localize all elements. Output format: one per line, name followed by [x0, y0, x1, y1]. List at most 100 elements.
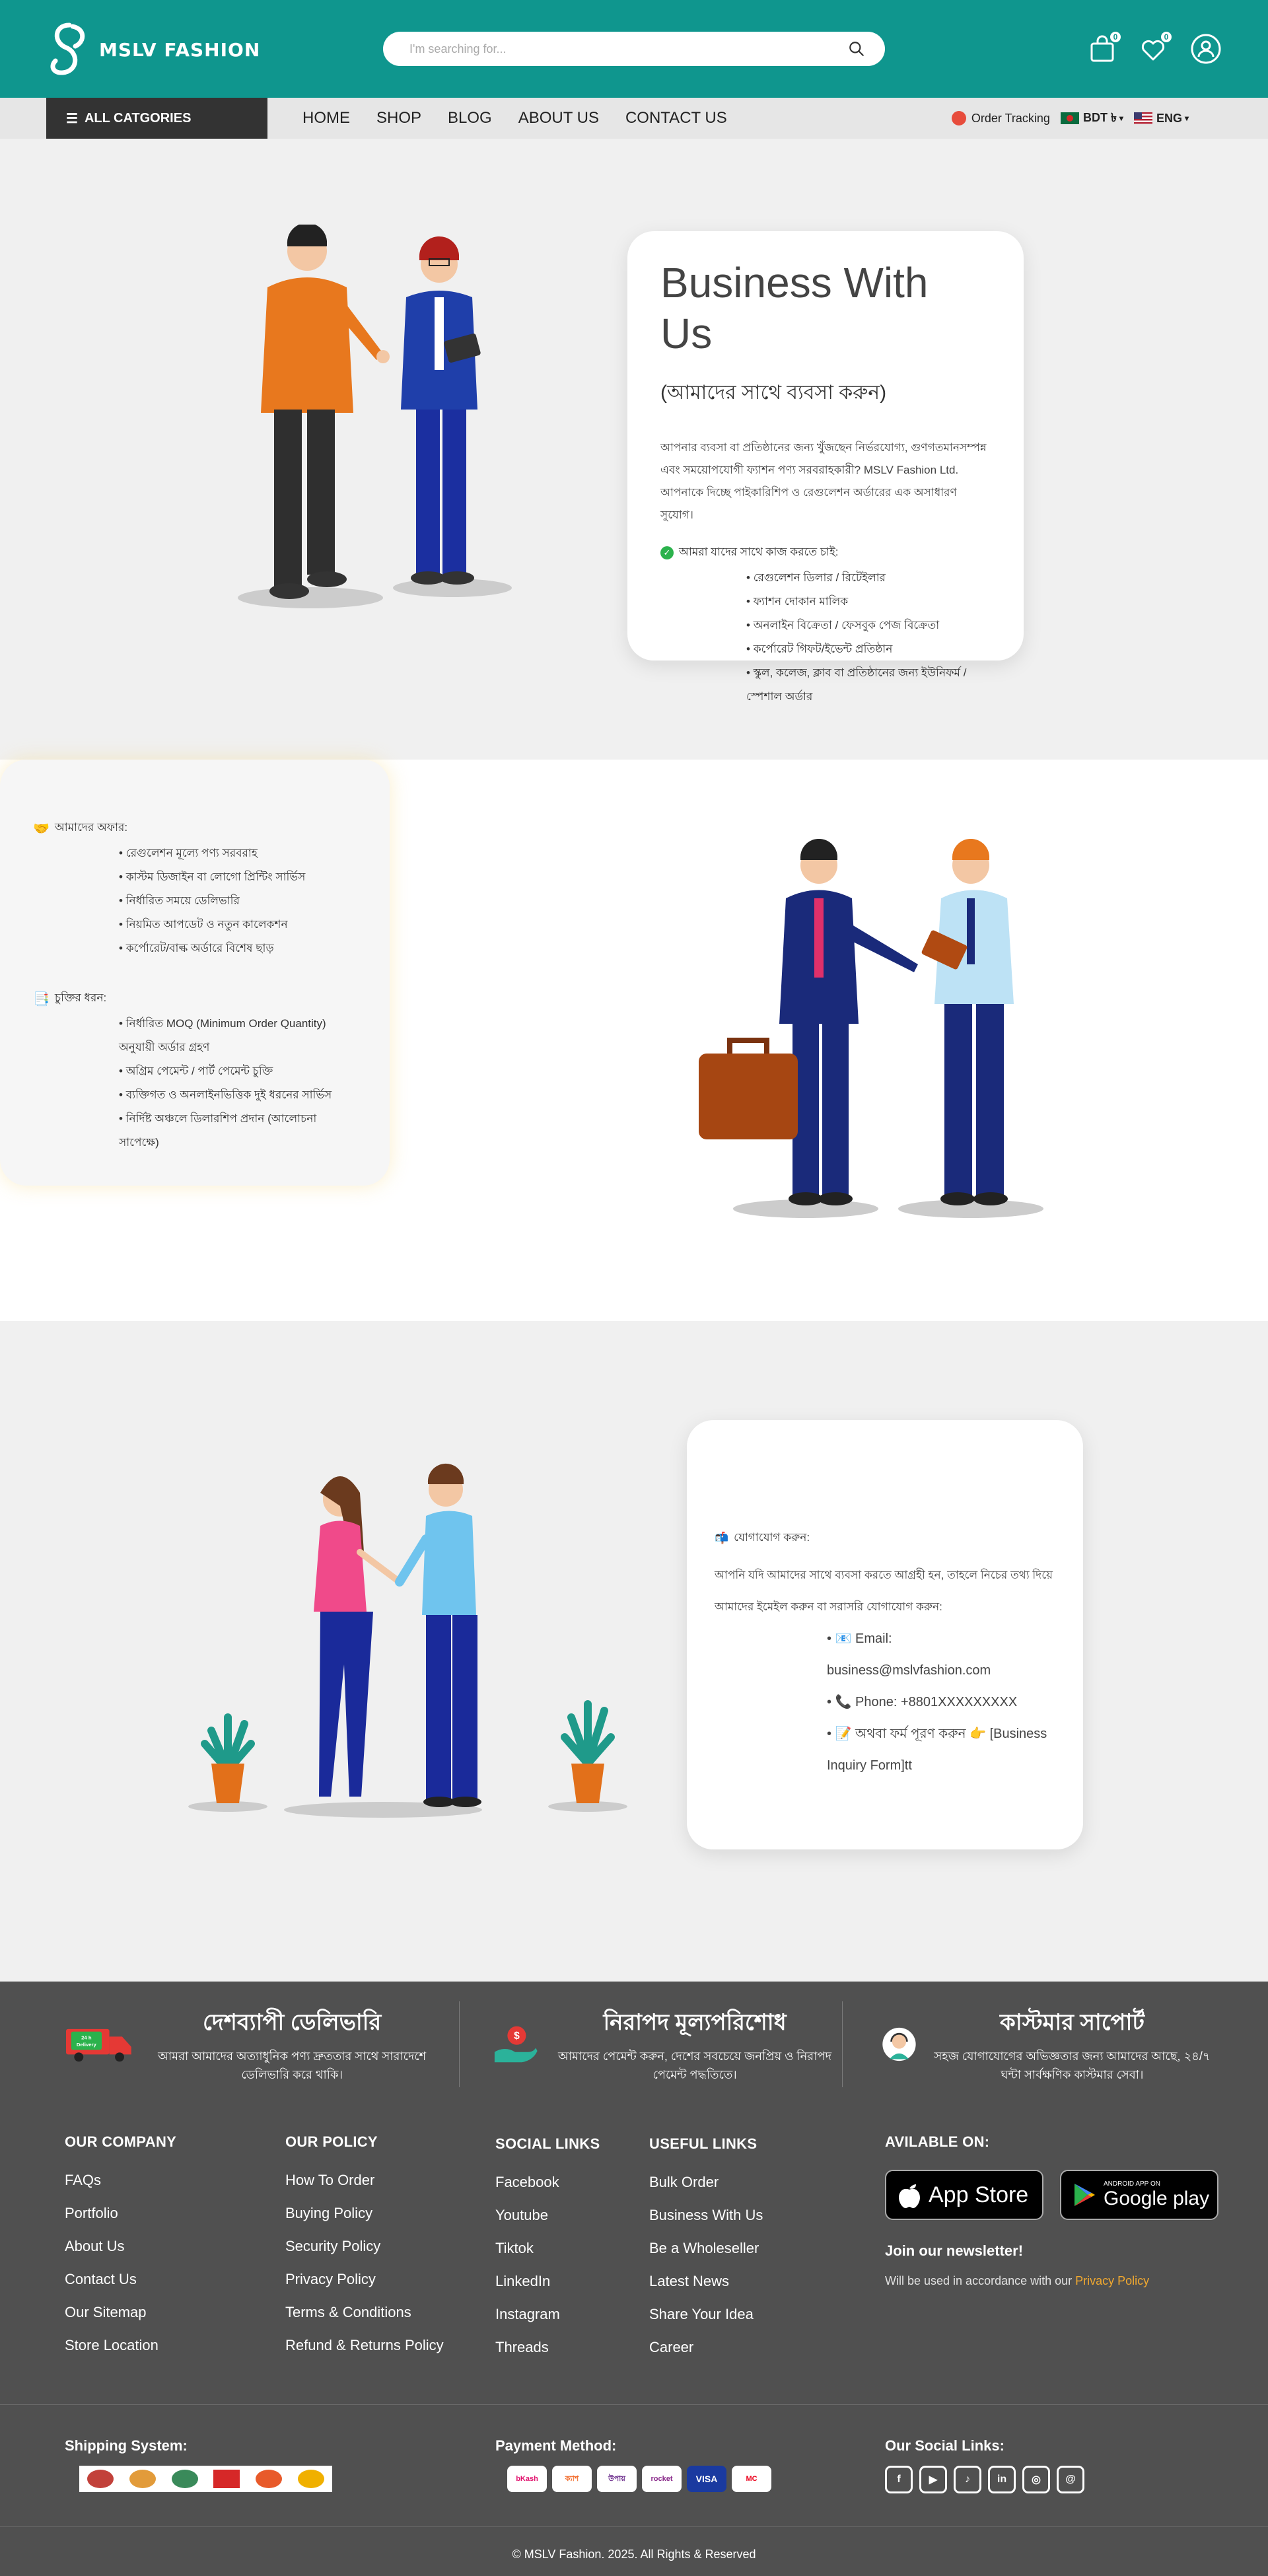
- feature-delivery-title: দেশব্যাপী ডেলিভারি: [203, 2009, 382, 2035]
- list-item: কর্পোরেট/বাল্ক অর্ডারে বিশেষ ছাড়: [119, 937, 357, 960]
- svg-text:24 h: 24 h: [81, 2034, 92, 2040]
- social-icons: f ▶ ♪ in ◎ @: [885, 2466, 1084, 2493]
- list-item: কর্পোরেট গিফট/ইভেন্ট প্রতিষ্ঠান: [746, 637, 991, 661]
- footer-link-portfolio[interactable]: Portfolio: [65, 2197, 176, 2230]
- usa-flag-icon: [1133, 112, 1152, 124]
- footer-link-linkedin[interactable]: LinkedIn: [495, 2265, 600, 2298]
- search-input[interactable]: [409, 42, 848, 56]
- site-footer: OUR COMPANY FAQs Portfolio About Us Cont…: [0, 2104, 1268, 2576]
- footer-link-bulk-order[interactable]: Bulk Order: [649, 2166, 763, 2199]
- social-links-title: Our Social Links:: [885, 2437, 1004, 2454]
- menu-shop[interactable]: SHOP: [376, 109, 421, 127]
- footer-link-business-with-us[interactable]: Business With Us: [649, 2199, 763, 2232]
- all-categories-button[interactable]: ☰ ALL CATGORIES: [46, 98, 267, 139]
- menu-blog[interactable]: BLOG: [448, 109, 492, 127]
- list-item: নির্দিষ্ট অঞ্চলে ডিলারশিপ প্রদান (আলোচনা…: [119, 1107, 357, 1155]
- secure-payment-icon: $: [494, 2026, 538, 2063]
- youtube-icon[interactable]: ▶: [919, 2466, 947, 2493]
- footer-link-refund-policy[interactable]: Refund & Returns Policy: [285, 2329, 444, 2362]
- shipping-partner-logo: [129, 2470, 156, 2488]
- terms-heading: 📑 চুক্তির ধরন:: [33, 989, 357, 1008]
- footer-link-faqs[interactable]: FAQs: [65, 2164, 176, 2197]
- footer-link-privacy-policy[interactable]: Privacy Policy: [285, 2263, 444, 2296]
- brand-logo[interactable]: MSLV FASHION: [46, 22, 260, 77]
- list-item: নিয়মিত আপডেট ও নতুন কালেকশন: [119, 913, 357, 937]
- footer-divider: [0, 2526, 1268, 2527]
- privacy-policy-link[interactable]: Privacy Policy: [1075, 2274, 1149, 2287]
- tracking-icon: [951, 111, 966, 125]
- footer-link-wholeseller[interactable]: Be a Wholeseller: [649, 2232, 763, 2265]
- footer-divider: [0, 2404, 1268, 2405]
- shipping-partner-logo: [171, 2470, 198, 2488]
- google-play-icon: [1074, 2184, 1095, 2206]
- facebook-icon[interactable]: f: [885, 2466, 913, 2493]
- footer-link-buying-policy[interactable]: Buying Policy: [285, 2197, 444, 2230]
- footer-link-youtube[interactable]: Youtube: [495, 2199, 600, 2232]
- handshake-icon: 🤝: [33, 821, 50, 836]
- chevron-down-icon: ▾: [1184, 114, 1189, 123]
- inquiry-form-link[interactable]: 📝 অথবা ফর্ম পূরণ করুন 👉 [Business Inquir…: [827, 1718, 1057, 1781]
- search-bar[interactable]: [383, 32, 885, 66]
- shipping-partner-logo: [256, 2470, 283, 2488]
- threads-icon[interactable]: @: [1057, 2466, 1084, 2493]
- page-title: Business With Us: [660, 259, 929, 357]
- payment-title: Payment Method:: [495, 2437, 617, 2454]
- tiktok-icon[interactable]: ♪: [954, 2466, 981, 2493]
- footer-link-how-to-order[interactable]: How To Order: [285, 2164, 444, 2197]
- footer-link-career[interactable]: Career: [649, 2331, 763, 2364]
- feature-delivery-text: দেশব্যাপী ডেলিভারি আমরা আমাদের অত্যাধুনি…: [148, 2005, 436, 2084]
- search-icon[interactable]: [848, 40, 865, 57]
- footer-link-about-us[interactable]: About Us: [65, 2230, 176, 2263]
- currency-selector[interactable]: BDT ৳ ▾: [1060, 108, 1123, 129]
- footer-link-sitemap[interactable]: Our Sitemap: [65, 2296, 176, 2329]
- payment-methods: bKash ক্যাশ উপায় rocket VISA MC: [507, 2466, 771, 2492]
- footer-social-title: SOCIAL LINKS: [495, 2135, 600, 2152]
- contact-list: 📧 Email: business@mslvfashion.com 📞 Phon…: [827, 1623, 1057, 1781]
- footer-link-tiktok[interactable]: Tiktok: [495, 2232, 600, 2265]
- footer-link-terms[interactable]: Terms & Conditions: [285, 2296, 444, 2329]
- language-selector[interactable]: ENG ▾: [1133, 111, 1189, 125]
- account-button[interactable]: [1190, 33, 1222, 65]
- menu-about-us[interactable]: ABOUT US: [518, 109, 599, 127]
- contact-email[interactable]: 📧 Email: business@mslvfashion.com: [827, 1623, 1057, 1686]
- footer-link-facebook[interactable]: Facebook: [495, 2166, 600, 2199]
- business-with-us-card: Business With Us (আমাদের সাথে ব্যবসা করু…: [627, 231, 1024, 703]
- cart-count-badge: 0: [1109, 30, 1122, 44]
- delivery-truck-icon: 24 h Delivery: [66, 2028, 131, 2062]
- contact-phone[interactable]: 📞 Phone: +8801XXXXXXXXX: [827, 1686, 1057, 1718]
- footer-link-security-policy[interactable]: Security Policy: [285, 2230, 444, 2263]
- footer-link-instagram[interactable]: Instagram: [495, 2298, 600, 2331]
- footer-link-latest-news[interactable]: Latest News: [649, 2265, 763, 2298]
- currency-label: BDT ৳: [1082, 110, 1117, 124]
- payment-mastercard: MC: [732, 2466, 771, 2492]
- footer-link-contact-us[interactable]: Contact Us: [65, 2263, 176, 2296]
- google-play-button[interactable]: ANDROID APP ON Google play: [1060, 2170, 1218, 2220]
- payment-upay: উপায়: [597, 2466, 637, 2492]
- wishlist-button[interactable]: 0: [1137, 30, 1173, 65]
- footer-link-share-idea[interactable]: Share Your Idea: [649, 2298, 763, 2331]
- feature-support-desc: সহজ যোগাযোগের অভিজ্ঞতার জন্য আমাদের আছে,…: [934, 2049, 1211, 2081]
- top-header: MSLV FASHION 0 0: [0, 0, 1268, 98]
- feature-payment: $ নিরাপদ মূল্যপরিশোধ আমাদের পেমেন্ট করুন…: [492, 2001, 835, 2087]
- linkedin-icon[interactable]: in: [988, 2466, 1016, 2493]
- menu-contact-us[interactable]: CONTACT US: [625, 109, 727, 127]
- svg-text:$: $: [514, 2030, 520, 2042]
- copyright-text: © MSLV Fashion. 2025. All Rights & Reser…: [512, 2548, 756, 2561]
- feature-strip: 24 h Delivery দেশব্যাপী ডেলিভারি আমরা আম…: [0, 1982, 1268, 2104]
- offer-card: 🤝 আমাদের অফার: রেগুলেশন মূল্যে পণ্য সরবর…: [0, 760, 390, 1186]
- feature-support: কাস্টমার সাপোর্ট সহজ যোগাযোগের অভিজ্ঞতার…: [882, 2001, 1212, 2087]
- list-item: ব্যক্তিগত ও অনলাইনভিত্তিক দুই ধরনের সার্…: [119, 1083, 357, 1107]
- cart-button[interactable]: 0: [1086, 30, 1122, 65]
- footer-link-store-location[interactable]: Store Location: [65, 2329, 176, 2362]
- app-store-button[interactable]: App Store: [885, 2170, 1043, 2220]
- feature-delivery-desc: আমরা আমাদের অত্যাধুনিক পণ্য দ্রুততার সাথ…: [158, 2049, 427, 2081]
- shipping-partner-logo: [213, 2470, 240, 2488]
- footer-link-threads[interactable]: Threads: [495, 2331, 600, 2364]
- page-subtitle: (আমাদের সাথে ব্যবসা করুন): [660, 381, 887, 404]
- menu-home[interactable]: HOME: [302, 109, 350, 127]
- language-label: ENG: [1156, 111, 1182, 125]
- order-tracking-link[interactable]: Order Tracking: [951, 111, 1050, 125]
- list-item: অগ্রিম পেমেন্ট / পার্ট পেমেন্ট চুক্তি: [119, 1059, 357, 1083]
- instagram-icon[interactable]: ◎: [1022, 2466, 1050, 2493]
- shipping-partner-logo: [298, 2470, 325, 2488]
